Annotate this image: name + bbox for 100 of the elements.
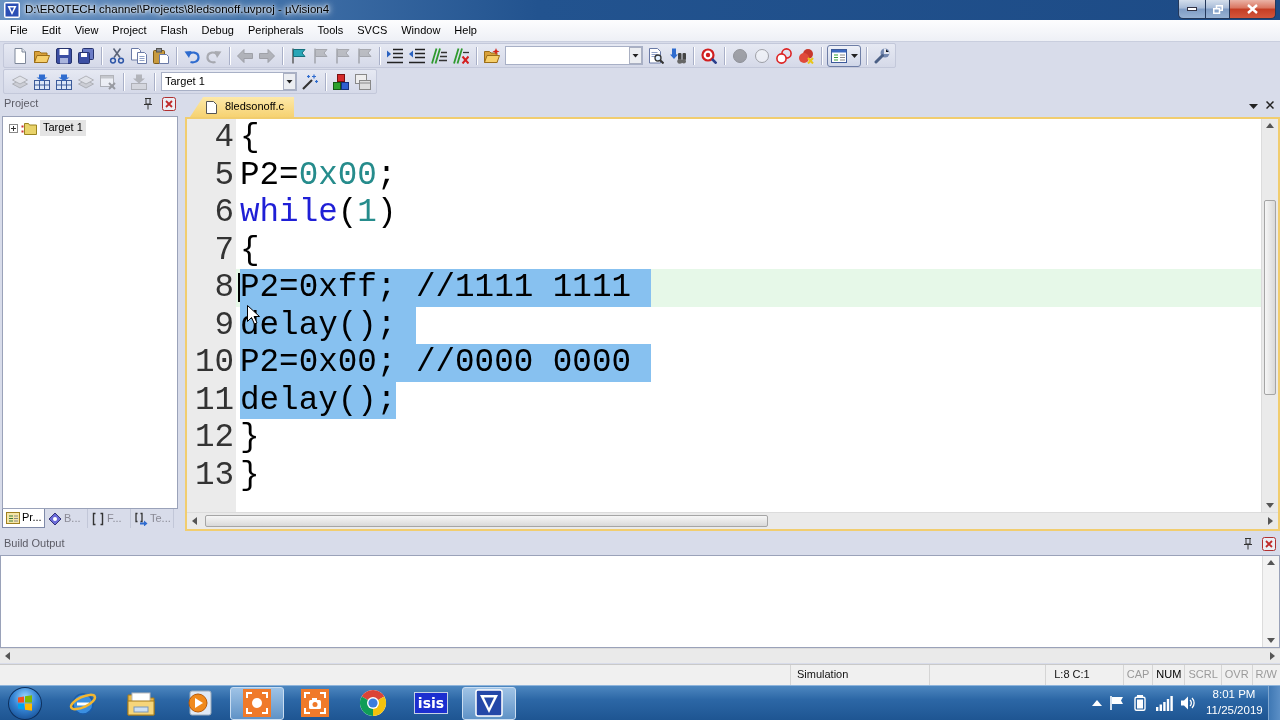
minimize-icon [1187,7,1197,11]
taskbar-button[interactable] [230,686,284,720]
battery-icon[interactable] [1132,695,1148,711]
app-tile[interactable]: isis [413,692,449,714]
signal-icon[interactable] [1155,695,1173,711]
menu-item[interactable]: Edit [34,21,68,40]
scrollbar[interactable] [0,648,1280,663]
triangle-up-icon[interactable] [1267,560,1275,565]
panel-title: Project [4,97,39,111]
new-file-icon[interactable] [12,47,28,64]
code-line: } [240,419,260,457]
save-icon[interactable] [56,47,72,64]
code-line: P2=0x00; [240,156,397,194]
scrollbar[interactable] [1262,556,1279,647]
line-number: 8 [213,269,235,307]
triangle-right-icon[interactable] [1270,652,1275,660]
slashes-x-icon[interactable] [453,47,469,64]
triangle-right-icon[interactable] [1268,517,1273,525]
caret-icon[interactable] [1249,104,1258,109]
caret-icon [283,73,296,90]
close-icon[interactable] [162,97,176,111]
window-list-icon [6,511,20,525]
scrollbar-thumb[interactable] [1264,200,1276,395]
menu-item[interactable]: Window [394,21,448,40]
taskbar-button[interactable] [462,686,516,720]
page-icon [206,100,217,114]
line-number: 11 [193,381,235,419]
panel-tab[interactable]: Pr... [2,509,45,528]
tree-item[interactable]: Target 1 [40,120,86,136]
triangle-left-icon[interactable] [192,517,197,525]
close-icon [1247,4,1258,14]
clock-date[interactable]: 11/25/2019 [1206,703,1262,719]
text-cursor-icon [238,273,240,302]
slashes-icon[interactable] [431,47,447,64]
triangle-down-icon[interactable] [1267,638,1275,643]
panel-title: Build Output [4,537,65,551]
color-wheel-icon[interactable] [358,688,388,718]
minimize-button[interactable] [1178,0,1205,19]
clock-time[interactable]: 8:01 PM [1206,687,1262,703]
close-icon[interactable] [1266,101,1274,109]
build-icon[interactable] [34,73,50,90]
clipboard-icon[interactable] [153,47,169,64]
combo-box[interactable]: Target 1 [161,72,297,91]
camera-icon[interactable] [300,688,330,718]
folder-icon [21,121,37,135]
code-line: while(1) [240,194,397,232]
circles-x-icon[interactable] [798,47,814,64]
brackets-arrow-icon [134,511,148,526]
scissors-icon[interactable] [109,47,125,64]
flag-icon[interactable] [1109,695,1125,711]
start-button[interactable] [8,686,42,720]
toolbar-button[interactable] [827,44,861,67]
indent-icon[interactable] [387,47,403,64]
pin-icon[interactable] [1242,538,1254,550]
magnifier-icon[interactable] [701,47,717,64]
magic-wand-icon[interactable] [302,73,318,90]
menu-item[interactable]: SVCS [350,21,395,40]
scrollbar[interactable] [1261,119,1278,512]
save-all-icon[interactable] [78,47,94,64]
menu-item[interactable]: Flash [153,21,195,40]
menu-item[interactable]: View [67,21,106,40]
menu-item[interactable]: Project [105,21,154,40]
blocks-icon[interactable] [333,73,349,90]
folder-sparkle-icon[interactable] [484,47,500,64]
scrollbar[interactable] [187,512,1278,529]
build-icon[interactable] [56,73,72,90]
line-number: 12 [193,419,235,457]
triangle-left-icon[interactable] [5,652,10,660]
scrollbar-thumb[interactable] [205,515,768,527]
binoculars-icon[interactable] [670,47,686,64]
speaker-icon[interactable] [1180,695,1196,711]
code-line: { [240,231,260,269]
close-icon[interactable] [1262,537,1276,551]
triangle-logo-icon [474,688,504,718]
book-icon [48,511,62,526]
menu-item[interactable]: Peripherals [240,21,311,40]
menu-item[interactable]: File [3,21,35,40]
wrench-icon[interactable] [874,47,890,64]
restore-icon [1212,4,1223,14]
document-magnifier-icon[interactable] [648,47,664,64]
copy-icon[interactable] [131,47,147,64]
close-button[interactable] [1230,0,1276,19]
triangle-up-icon[interactable] [1092,700,1102,706]
menu-item[interactable]: Debug [194,21,241,40]
menu-item[interactable]: Tools [310,21,351,40]
outdent-icon[interactable] [409,47,425,64]
windows-icon[interactable] [355,73,371,90]
expand-icon[interactable] [9,123,18,133]
line-number: 7 [213,231,235,269]
brackets-icon [91,511,105,526]
flag-icon[interactable] [290,47,306,64]
line-number: 4 [213,119,235,157]
triangle-up-icon[interactable] [1266,123,1274,128]
rings-icon[interactable] [776,47,792,64]
menu-item[interactable]: Help [447,21,484,40]
code-line: } [240,456,260,494]
pin-icon[interactable] [142,98,154,110]
restore-button[interactable] [1205,0,1230,19]
triangle-down-icon[interactable] [1266,503,1274,508]
file-tab[interactable]: 8ledsonoff.c [190,97,295,117]
